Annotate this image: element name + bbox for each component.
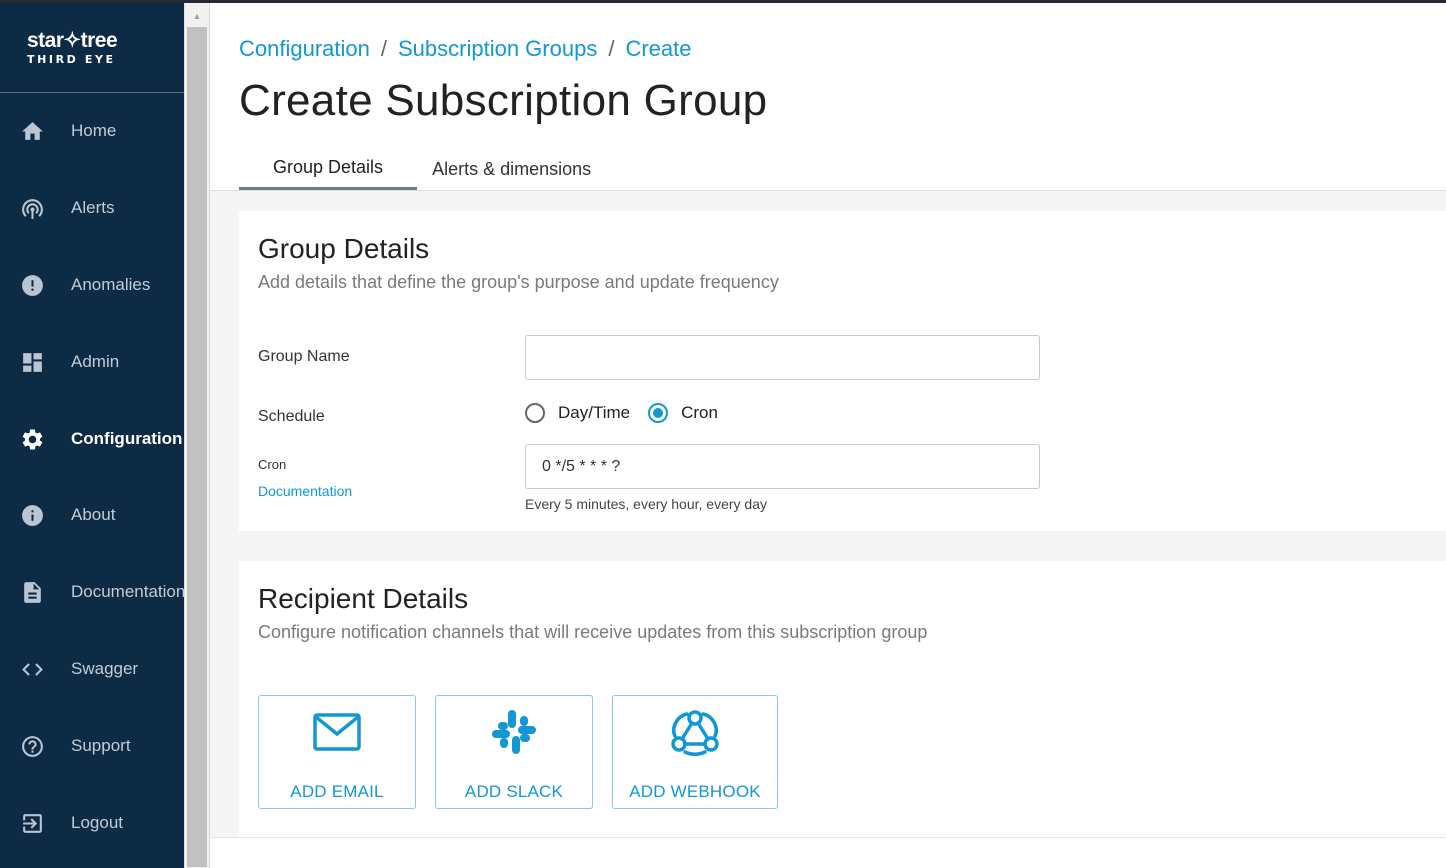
schedule-radio-group: Day/Time Cron: [525, 401, 736, 425]
sidebar-item-alerts[interactable]: Alerts: [0, 183, 184, 233]
mail-icon: [259, 710, 415, 754]
tab-bar: Group Details Alerts & dimensions: [239, 148, 605, 190]
brand-name: star✧tree: [27, 29, 118, 52]
group-name-label: Group Name: [258, 348, 350, 365]
recipient-details-title: Recipient Details: [258, 583, 469, 614]
sidebar-item-label: Swagger: [71, 659, 139, 678]
sidebar-scrollbar[interactable]: ▲: [184, 3, 209, 868]
add-webhook-button[interactable]: ADD WEBHOOK: [612, 695, 778, 809]
sidebar-item-label: About: [71, 505, 116, 524]
anomalies-icon: [20, 273, 45, 298]
radio-checked-icon: [648, 403, 669, 423]
cron-helper-text: Every 5 minutes, every hour, every day: [525, 496, 767, 512]
cron-input[interactable]: [525, 444, 1040, 489]
breadcrumb-separator: /: [380, 36, 387, 61]
sidebar-item-label: Admin: [71, 352, 120, 371]
sidebar-item-admin[interactable]: Admin: [0, 337, 184, 387]
tab-group-details[interactable]: Group Details: [239, 148, 418, 190]
brand-logo[interactable]: star✧tree THIRD EYE: [0, 0, 184, 93]
sidebar-item-label: Documentation: [71, 582, 184, 601]
scroll-up-arrow-icon[interactable]: ▲: [185, 9, 209, 23]
sidebar-item-label: Logout: [71, 813, 123, 832]
page-header: Configuration / Subscription Groups / Cr…: [210, 3, 1446, 191]
sidebar-item-label: Support: [71, 736, 131, 755]
add-slack-label: ADD SLACK: [464, 782, 564, 801]
tab-alerts-dimensions[interactable]: Alerts & dimensions: [417, 148, 605, 190]
alerts-icon: [20, 196, 45, 221]
recipient-details-subtitle: Configure notification channels that wil…: [258, 622, 928, 642]
group-details-subtitle: Add details that define the group's purp…: [258, 272, 779, 292]
radio-label: Day/Time: [558, 403, 631, 422]
main-content: Configuration / Subscription Groups / Cr…: [210, 3, 1446, 868]
schedule-cron-radio[interactable]: Cron: [648, 403, 718, 423]
sidebar: star✧tree THIRD EYE Home Alerts Anomalie…: [0, 0, 184, 868]
schedule-label: Schedule: [258, 408, 325, 425]
admin-icon: [20, 350, 45, 375]
sidebar-item-logout[interactable]: Logout: [0, 798, 184, 848]
add-slack-button[interactable]: ADD SLACK: [435, 695, 593, 809]
slack-icon: [436, 710, 592, 754]
sidebar-item-swagger[interactable]: Swagger: [0, 644, 184, 694]
cron-documentation-link[interactable]: Documentation: [258, 483, 352, 499]
radio-unchecked-icon: [525, 403, 545, 423]
webhook-icon: [613, 710, 777, 756]
radio-label: Cron: [681, 403, 718, 422]
brand-product: THIRD EYE: [27, 53, 116, 66]
page-footer-area: [210, 837, 1446, 868]
group-details-card: Group Details Add details that define th…: [239, 211, 1446, 531]
breadcrumb-subscription-groups[interactable]: Subscription Groups: [398, 36, 597, 62]
sidebar-item-about[interactable]: About: [0, 490, 184, 540]
cron-label: Cron: [258, 457, 287, 472]
window-top-border: [0, 0, 1446, 3]
sidebar-item-label: Home: [71, 121, 117, 140]
sidebar-item-label: Configuration: [71, 429, 183, 448]
info-icon: [20, 503, 45, 528]
breadcrumb-separator: /: [608, 36, 615, 61]
sidebar-item-configuration[interactable]: Configuration: [0, 414, 184, 464]
document-icon: [20, 580, 45, 605]
page-title: Create Subscription Group: [239, 76, 768, 125]
breadcrumb-configuration[interactable]: Configuration: [239, 36, 370, 62]
sidebar-item-anomalies[interactable]: Anomalies: [0, 260, 184, 310]
sidebar-item-support[interactable]: Support: [0, 721, 184, 771]
scrollbar-thumb[interactable]: [187, 27, 207, 867]
sidebar-item-home[interactable]: Home: [0, 106, 184, 156]
breadcrumb: Configuration / Subscription Groups / Cr…: [239, 36, 692, 62]
logout-icon: [20, 811, 45, 836]
schedule-daytime-radio[interactable]: Day/Time: [525, 403, 630, 423]
code-icon: [20, 657, 45, 682]
sidebar-item-label: Alerts: [71, 198, 115, 217]
sidebar-item-label: Anomalies: [71, 275, 151, 294]
help-icon: [20, 734, 45, 759]
add-webhook-label: ADD WEBHOOK: [629, 782, 761, 801]
group-name-input[interactable]: [525, 335, 1040, 380]
add-email-label: ADD EMAIL: [290, 782, 384, 801]
breadcrumb-create[interactable]: Create: [625, 36, 691, 62]
group-details-title: Group Details: [258, 233, 430, 264]
sidebar-item-documentation[interactable]: Documentation: [0, 567, 184, 617]
add-email-button[interactable]: ADD EMAIL: [258, 695, 416, 809]
home-icon: [20, 119, 45, 144]
recipient-details-card: Recipient Details Configure notification…: [239, 561, 1446, 837]
gear-icon: [20, 427, 45, 452]
